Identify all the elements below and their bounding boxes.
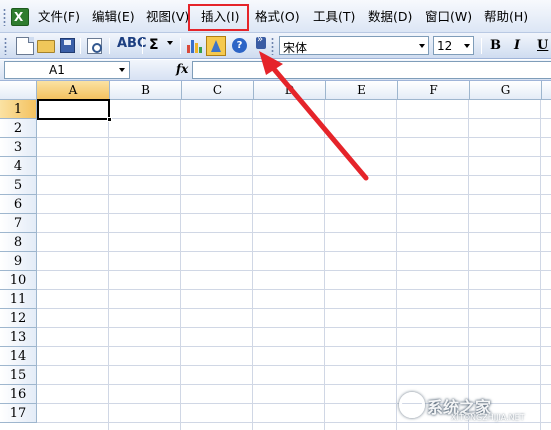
toolbar-separator [142, 38, 143, 54]
column-header-a[interactable]: A [37, 81, 110, 100]
toolbar-grip[interactable] [271, 37, 274, 55]
row-header-14[interactable]: 14 [0, 347, 37, 366]
row-header-16[interactable]: 16 [0, 385, 37, 404]
name-box-value: A1 [49, 63, 65, 77]
bold-button[interactable]: B [490, 38, 501, 53]
watermark-logo-icon [399, 392, 425, 418]
fill-handle[interactable] [107, 117, 112, 122]
cell-grid[interactable] [37, 100, 551, 430]
row-header-10[interactable]: 10 [0, 271, 37, 290]
row-header-17[interactable]: 17 [0, 404, 37, 423]
menu-data[interactable]: 数据(D) [368, 10, 412, 24]
menubar-grip[interactable] [3, 8, 6, 26]
font-size-select[interactable]: 12 [433, 36, 474, 55]
row-header-11[interactable]: 11 [0, 290, 37, 309]
menu-help[interactable]: 帮助(H) [484, 10, 528, 24]
row-header-12[interactable]: 12 [0, 309, 37, 328]
insert-menu-highlight-box [188, 4, 249, 31]
autosum-dropdown-icon[interactable] [167, 41, 173, 45]
toolbar-grip[interactable] [4, 37, 7, 55]
toolbar-options-icon[interactable] [256, 34, 266, 49]
autosum-icon[interactable]: Σ [149, 37, 159, 53]
column-header-g[interactable]: G [470, 81, 542, 100]
menu-bar: 文件(F) 编辑(E) 视图(V) 插入(I) 格式(O) 工具(T) 数据(D… [0, 0, 551, 33]
column-header-f[interactable]: F [398, 81, 470, 100]
row-header-2[interactable]: 2 [0, 119, 37, 138]
column-header-b[interactable]: B [110, 81, 182, 100]
chart-wizard-icon[interactable] [187, 39, 202, 53]
chevron-down-icon[interactable] [419, 44, 425, 48]
menu-edit[interactable]: 编辑(E) [92, 10, 135, 24]
toolbar-separator [109, 38, 110, 54]
excel-app-icon[interactable] [11, 8, 29, 26]
column-header-d[interactable]: D [254, 81, 326, 100]
toolbar-separator [481, 38, 482, 54]
toolbar-separator [80, 38, 81, 54]
row-header-8[interactable]: 8 [0, 233, 37, 252]
row-header-3[interactable]: 3 [0, 138, 37, 157]
formula-input[interactable] [192, 61, 551, 79]
row-header-6[interactable]: 6 [0, 195, 37, 214]
column-header-c[interactable]: C [182, 81, 254, 100]
italic-button[interactable]: I [514, 38, 520, 53]
column-header-e[interactable]: E [326, 81, 398, 100]
menu-view[interactable]: 视图(V) [146, 10, 189, 24]
menu-file[interactable]: 文件(F) [38, 10, 80, 24]
row-header-1[interactable]: 1 [0, 100, 37, 119]
font-size-value: 12 [437, 39, 453, 53]
toolbar-separator [180, 38, 181, 54]
insert-function-icon[interactable]: fx [176, 62, 188, 76]
active-cell-a1[interactable] [37, 99, 112, 122]
chevron-down-icon[interactable] [119, 68, 125, 72]
name-box[interactable]: A1 [4, 61, 130, 79]
row-header-7[interactable]: 7 [0, 214, 37, 233]
print-preview-icon[interactable] [87, 38, 102, 54]
row-header-9[interactable]: 9 [0, 252, 37, 271]
menu-window[interactable]: 窗口(W) [425, 10, 472, 24]
menu-format[interactable]: 格式(O) [255, 10, 300, 24]
font-name-select[interactable]: 宋体 [279, 36, 429, 55]
drawing-icon[interactable] [206, 36, 226, 56]
new-icon[interactable] [16, 37, 34, 55]
watermark-url: XITONGZHIJIA.NET [451, 413, 525, 422]
row-header-13[interactable]: 13 [0, 328, 37, 347]
font-name-value: 宋体 [283, 41, 308, 55]
row-header-5[interactable]: 5 [0, 176, 37, 195]
select-all-corner[interactable] [0, 81, 37, 100]
help-icon[interactable]: ? [232, 38, 247, 53]
watermark: 系统之家 XITONGZHIJIA.NET [399, 386, 549, 424]
row-header-4[interactable]: 4 [0, 157, 37, 176]
open-icon[interactable] [37, 40, 55, 53]
save-icon[interactable] [60, 38, 75, 53]
row-header-15[interactable]: 15 [0, 366, 37, 385]
chevron-down-icon[interactable] [464, 44, 470, 48]
underline-button[interactable]: U [537, 38, 548, 53]
menu-tools[interactable]: 工具(T) [313, 10, 355, 24]
